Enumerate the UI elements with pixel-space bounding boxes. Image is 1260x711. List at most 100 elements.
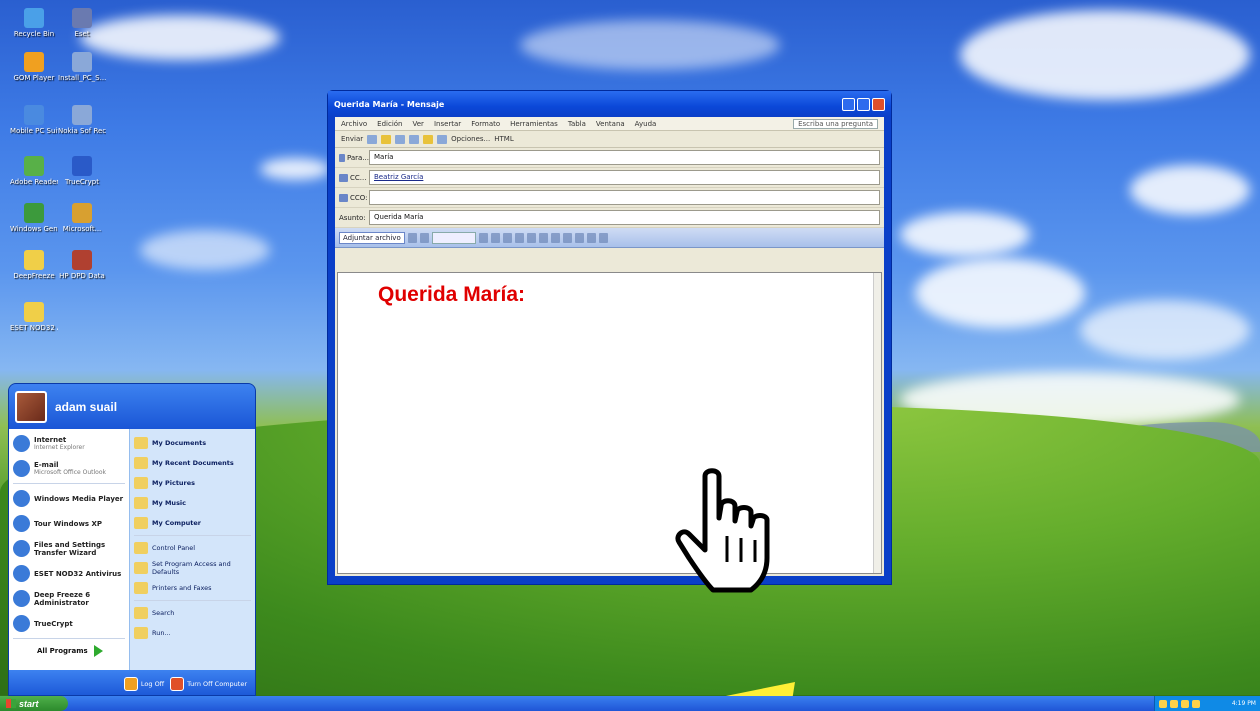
- close-button[interactable]: [872, 97, 885, 111]
- style-icon[interactable]: [407, 232, 417, 243]
- to-field[interactable]: María: [369, 150, 880, 165]
- help-search-box[interactable]: Escriba una pregunta: [793, 118, 878, 129]
- menu-item[interactable]: Edición: [377, 120, 402, 128]
- font-select[interactable]: [431, 231, 476, 244]
- start-menu-place[interactable]: Search: [130, 603, 255, 623]
- title-bar[interactable]: Querida María - Mensaje: [328, 91, 891, 117]
- desktop-icon[interactable]: Nokia Sof Rec...: [58, 105, 106, 135]
- desktop-icon[interactable]: GOM Player: [10, 52, 58, 82]
- start-menu-place[interactable]: Printers and Faxes: [130, 578, 255, 598]
- desktop-icon-label: ESET NOD32 Antivirus 4: [10, 324, 58, 332]
- place-label: Control Panel: [152, 544, 196, 552]
- desktop-icon[interactable]: Install_PC_S...: [58, 52, 106, 82]
- start-menu-place[interactable]: Run...: [130, 623, 255, 643]
- desktop-icon[interactable]: Microsoft...: [58, 203, 106, 233]
- search-icon: [134, 607, 148, 619]
- start-menu-place[interactable]: Set Program Access and Defaults: [130, 558, 255, 578]
- menu-item[interactable]: Ayuda: [635, 120, 657, 128]
- tray-icon[interactable]: [1159, 699, 1167, 708]
- options-button[interactable]: Opciones...: [451, 135, 490, 143]
- start-menu-program[interactable]: ESET NOD32 Antivirus: [9, 561, 129, 586]
- maximize-button[interactable]: [857, 97, 870, 111]
- flag-icon[interactable]: [437, 134, 448, 144]
- cc-button[interactable]: CC...: [339, 173, 369, 182]
- program-title: Deep Freeze 6 Administrator: [34, 590, 91, 607]
- desktop-icon[interactable]: DeepFreeze: [10, 250, 58, 280]
- check-names-icon[interactable]: [409, 134, 420, 144]
- minimize-button[interactable]: [842, 97, 855, 111]
- align-left-icon[interactable]: [538, 232, 548, 243]
- subject-field[interactable]: Querida María: [369, 210, 880, 225]
- start-menu-place[interactable]: My Documents: [130, 433, 255, 453]
- program-subtitle: Microsoft Office Outlook: [34, 469, 106, 476]
- genuine-icon: [24, 203, 44, 223]
- hp-icon: [72, 250, 92, 270]
- start-menu-place[interactable]: Control Panel: [130, 538, 255, 558]
- menu-item[interactable]: Ver: [413, 120, 424, 128]
- message-body[interactable]: Querida María:: [337, 272, 882, 574]
- email-window[interactable]: Querida María - Mensaje Archivo Edición Ve…: [327, 90, 892, 585]
- cc-field[interactable]: Beatriz García: [369, 170, 880, 185]
- send-button[interactable]: Enviar: [341, 135, 363, 143]
- desktop-icon[interactable]: ESET NOD32 Antivirus 4: [10, 302, 58, 332]
- start-menu-place[interactable]: My Recent Documents: [130, 453, 255, 473]
- start-menu-program[interactable]: TrueCrypt: [9, 611, 129, 636]
- format-select[interactable]: HTML: [494, 135, 513, 143]
- bulleted-list-icon[interactable]: [586, 232, 596, 243]
- transfer-icon: [13, 540, 30, 557]
- start-menu-program[interactable]: Windows Media Player: [9, 486, 129, 511]
- address-book-icon[interactable]: [395, 134, 406, 144]
- numbered-list-icon[interactable]: [574, 232, 584, 243]
- start-menu-program[interactable]: Tour Windows XP: [9, 511, 129, 536]
- desktop-icon[interactable]: HP DPD Data: [58, 250, 106, 280]
- start-menu[interactable]: adam suail Internet Internet Explorer E-ma…: [8, 383, 256, 696]
- tray-icon[interactable]: [1170, 699, 1178, 708]
- control-panel-icon: [134, 542, 148, 554]
- italic-icon[interactable]: [514, 232, 524, 243]
- underline-icon[interactable]: [526, 232, 536, 243]
- start-menu-place[interactable]: My Pictures: [130, 473, 255, 493]
- desktop-icon[interactable]: Mobile PC Suite: [10, 105, 58, 135]
- desktop-icon[interactable]: Windows Genuine: [10, 203, 58, 233]
- desktop-icon[interactable]: Adobe Reader: [10, 156, 58, 186]
- align-right-icon[interactable]: [562, 232, 572, 243]
- turn-off-button[interactable]: Turn Off Computer: [170, 676, 247, 691]
- start-menu-program[interactable]: E-mail Microsoft Office Outlook: [9, 456, 129, 481]
- clock[interactable]: 4:19 PM: [1232, 700, 1256, 707]
- desktop-icon[interactable]: TrueCrypt: [58, 156, 106, 186]
- attach-file-button[interactable]: Adjuntar archivo: [339, 231, 405, 244]
- start-menu-place[interactable]: My Computer: [130, 513, 255, 533]
- start-menu-program[interactable]: Deep Freeze 6 Administrator: [9, 586, 129, 611]
- vertical-scrollbar[interactable]: [873, 273, 881, 573]
- start-menu-place[interactable]: My Music: [130, 493, 255, 513]
- start-menu-program[interactable]: Files and Settings Transfer Wizard: [9, 536, 129, 561]
- account-icon[interactable]: [367, 134, 378, 144]
- font-color-icon[interactable]: [490, 232, 500, 243]
- log-off-button[interactable]: Log Off: [123, 676, 164, 691]
- start-menu-program[interactable]: Internet Internet Explorer: [9, 431, 129, 456]
- menu-item[interactable]: Formato: [471, 120, 500, 128]
- office-icon: [72, 203, 92, 223]
- style-icon[interactable]: [419, 232, 429, 243]
- menu-item[interactable]: Ventana: [596, 120, 625, 128]
- font-size-icon[interactable]: [478, 232, 488, 243]
- bcc-button[interactable]: CCO:: [339, 193, 369, 202]
- program-title: ESET NOD32 Antivirus: [34, 569, 122, 578]
- menu-item[interactable]: Herramientas: [510, 120, 558, 128]
- menu-item[interactable]: Tabla: [568, 120, 586, 128]
- bold-icon[interactable]: [502, 232, 512, 243]
- menu-item[interactable]: Insertar: [434, 120, 461, 128]
- desktop-icon[interactable]: Eset: [58, 8, 106, 38]
- all-programs-button[interactable]: All Programs: [9, 641, 129, 657]
- volume-icon[interactable]: [1192, 699, 1200, 708]
- desktop-icon[interactable]: Recycle Bin: [10, 8, 58, 38]
- indent-icon[interactable]: [598, 232, 608, 243]
- align-center-icon[interactable]: [550, 232, 560, 243]
- bcc-field[interactable]: [369, 190, 880, 205]
- importance-icon[interactable]: [423, 134, 434, 144]
- tray-icon[interactable]: [1181, 699, 1189, 708]
- start-button[interactable]: start: [0, 696, 68, 711]
- menu-item[interactable]: Archivo: [341, 120, 367, 128]
- attach-icon[interactable]: [381, 134, 392, 144]
- to-button[interactable]: Para...: [339, 153, 369, 162]
